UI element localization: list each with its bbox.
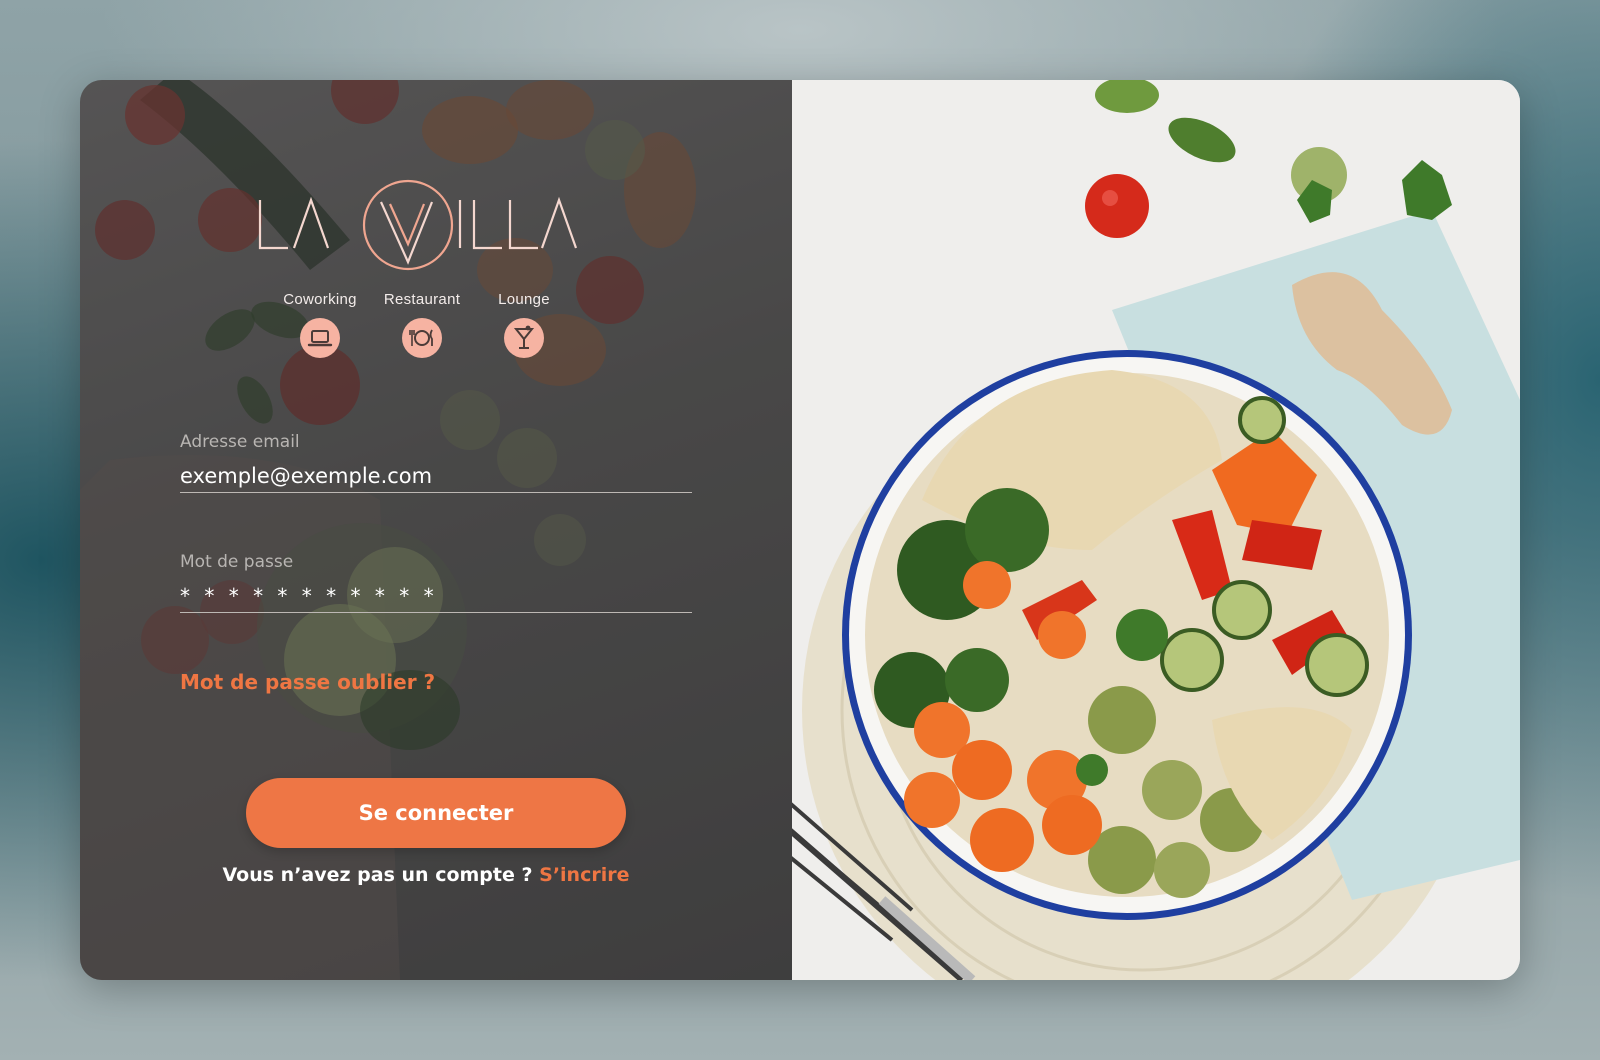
venue-sections: Coworking Restaurant Lounge [272,288,572,368]
email-label: Adresse email [180,432,300,452]
food-photo-panel [792,80,1520,980]
password-input[interactable] [180,580,692,613]
email-field-group: Adresse email [180,430,692,493]
section-coworking: Coworking [272,288,368,358]
password-field-group: Mot de passe [180,550,692,613]
section-lounge: Lounge [476,288,572,358]
food-bowl-image [792,80,1520,980]
cocktail-glass-icon[interactable] [504,318,544,358]
password-label: Mot de passe [180,552,294,572]
section-label: Lounge [498,291,550,308]
signup-row: Vous n’avez pas un compte ? S’incrire [80,864,772,886]
laptop-icon[interactable] [300,318,340,358]
forgot-password-link[interactable]: Mot de passe oublier ? [180,670,435,694]
signup-prompt: Vous n’avez pas un compte ? [222,864,533,886]
plate-cutlery-icon[interactable] [402,318,442,358]
login-card: Coworking Restaurant Lounge Adresse emai… [80,80,1520,980]
section-label: Restaurant [383,291,461,308]
section-label: Coworking [283,291,357,308]
signup-link[interactable]: S’incrire [539,864,629,886]
login-button[interactable]: Se connecter [246,778,626,848]
section-restaurant: Restaurant [374,288,470,358]
la-villa-logo [258,179,578,271]
email-input[interactable] [180,460,692,493]
login-panel: Coworking Restaurant Lounge Adresse emai… [80,80,792,980]
